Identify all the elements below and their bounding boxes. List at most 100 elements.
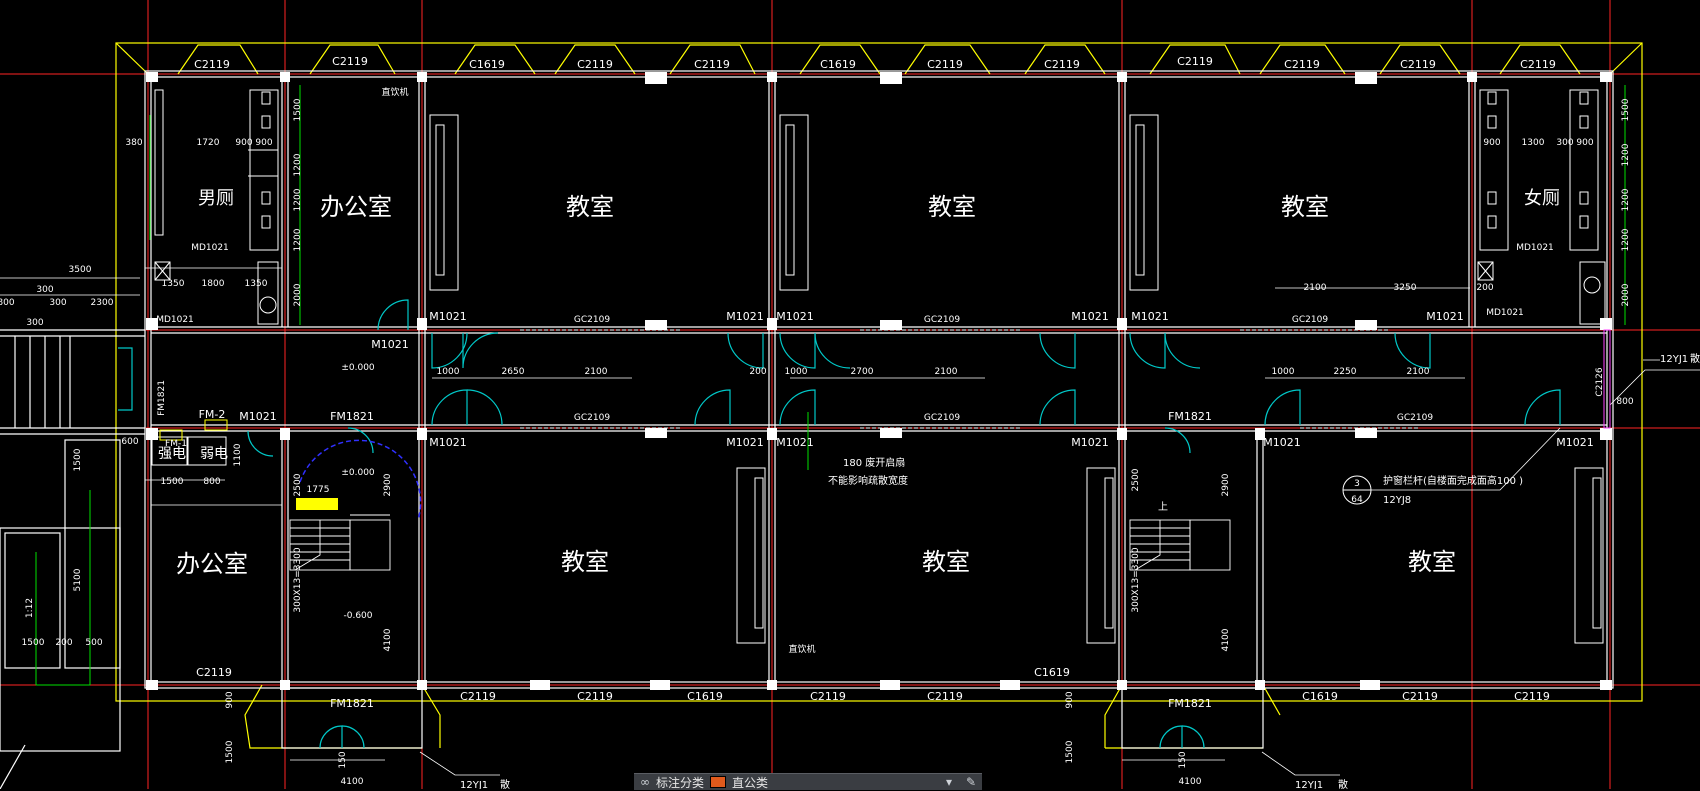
door-fm1821-4: FM1821 [1168,697,1212,710]
stair-yellow-tag [296,498,338,510]
note-stair-2: 300X13=3300 [1131,547,1141,613]
note-ramp: 1:12 [25,598,35,618]
dim-200: 200 [55,638,72,648]
dim-300-d: 300 [1556,138,1573,148]
door-m1021-6: M1021 [1131,310,1169,323]
dim-1200-e: 1200 [1621,188,1631,211]
dim-2100-a: 2100 [1304,283,1327,293]
dim-2100-b: 2100 [585,367,608,377]
axis-lines [0,0,1700,789]
dim-900-c: 900 [1483,138,1500,148]
door-md1021-1: MD1021 [191,243,229,253]
dim-4100-c: 4100 [341,777,364,787]
dim-1500-top: 1500 [293,98,303,121]
note-up: 上 [1158,501,1168,513]
win-gc2109-4: GC2109 [574,413,610,423]
room-classroom-5: 教室 [922,548,970,576]
status-toolbar[interactable]: ∞ 标注分类 直公类 ▾ ✎ [634,773,982,790]
win-c1619-1: C1619 [469,58,505,71]
dim-600: 600 [121,437,138,447]
note-elev-600: -0.600 [343,611,372,621]
pen-icon[interactable]: ✎ [960,775,982,789]
win-c1619-b3: C1619 [1302,690,1338,703]
door-m1021-14: M1021 [1556,436,1594,449]
dim-3250: 3250 [1394,283,1417,293]
win-c2119-10: C2119 [1520,58,1556,71]
dimension-lines [35,85,1626,686]
note-water-dispenser-1: 直饮机 [381,86,408,98]
win-c2119-9: C2119 [1400,58,1436,71]
door-fm1821-side: FM1821 [157,380,167,416]
note-ext-left-bottom: 散 [500,778,510,789]
dim-5100: 5100 [73,568,83,591]
door-m1021-10: M1021 [726,436,764,449]
dim-1500-a: 1500 [161,477,184,487]
door-fm2: FM-2 [199,408,226,421]
win-c2119-8: C2119 [1284,58,1320,71]
note-ext-right: 散 [1690,352,1700,365]
door-m1021-11: M1021 [776,436,814,449]
note-elev-stair: ±0.000 [341,468,375,478]
note-12yj1-left-bottom: 12YJ1 [460,780,488,789]
room-mens-wc: 男厕 [198,188,234,209]
dim-ticks [0,267,1470,761]
door-m1021-7: M1021 [1426,310,1464,323]
dim-150-a: 150 [338,751,348,768]
note-swing-door: 180 废开启扇 [843,456,905,469]
door-m1021-1: M1021 [371,338,409,351]
dim-1720: 1720 [197,138,220,148]
dim-500: 500 [85,638,102,648]
dim-900-a: 900 [235,138,252,148]
floor-plan-canvas[interactable]: C2119 C2119 C1619 C2119 C2119 C1619 C211… [0,0,1700,789]
door-md1021-4: MD1021 [1486,308,1524,318]
dim-2900-a: 2900 [383,473,393,496]
glasses-icon[interactable]: ∞ [634,775,656,789]
dim-1500-b: 1500 [22,638,45,648]
ref-circle-bottom: 64 [1351,495,1363,505]
room-classroom-2: 教室 [928,193,976,221]
door-m1021-12: M1021 [1071,436,1109,449]
win-gc2109-5: GC2109 [924,413,960,423]
dim-1000-b: 1000 [785,367,808,377]
room-weak-current: 弱电 [200,446,228,462]
layer-select[interactable]: 直公类 [732,774,768,791]
dim-2700: 2700 [851,367,874,377]
dim-2650: 2650 [502,367,525,377]
roof-outline [115,42,1643,749]
dim-2100-c: 2100 [935,367,958,377]
room-office-top: 办公室 [320,193,392,221]
dim-2900-b: 2900 [1221,473,1231,496]
dim-300-c: 300 [26,318,43,328]
dim-4100-a: 4100 [383,628,393,651]
door-m1021-9: M1021 [429,436,467,449]
dim-1500-d: 1500 [225,740,235,763]
win-c2119-b1: C2119 [196,666,232,679]
door-m1021-3: M1021 [726,310,764,323]
door-md1021-2: MD1021 [156,315,194,325]
win-c2119-b2: C2119 [460,690,496,703]
dim-200-wc: 200 [1476,283,1493,293]
dim-800-elec: 800 [203,477,220,487]
note-ext-right-bottom: 散 [1338,778,1348,789]
door-m1021-2: M1021 [429,310,467,323]
win-gc2109-3: GC2109 [1292,315,1328,325]
dim-800-right: 800 [1616,397,1633,407]
dim-4100-b: 4100 [1221,628,1231,651]
door-fm1821-1: FM1821 [330,410,374,423]
dim-2000-a: 2000 [293,283,303,306]
dim-300-b: 300 [49,298,66,308]
dim-1350-b: 1350 [245,279,268,289]
note-elev-corridor: ±0.000 [341,363,375,373]
chevron-down-icon[interactable]: ▾ [938,775,960,789]
door-m1021-13: M1021 [1263,436,1301,449]
dim-900-f: 900 [1065,691,1075,708]
corridor-windows [520,329,1420,429]
dim-2100-d: 2100 [1407,367,1430,377]
door-md1021-3: MD1021 [1516,243,1554,253]
dim-1200-f: 1200 [1621,228,1631,251]
dim-1500-right: 1500 [1621,98,1631,121]
dim-2000-b: 2000 [1621,283,1631,306]
door-fm1821-3: FM1821 [330,697,374,710]
dim-1100: 1100 [233,443,243,466]
dim-4100-d: 4100 [1179,777,1202,787]
